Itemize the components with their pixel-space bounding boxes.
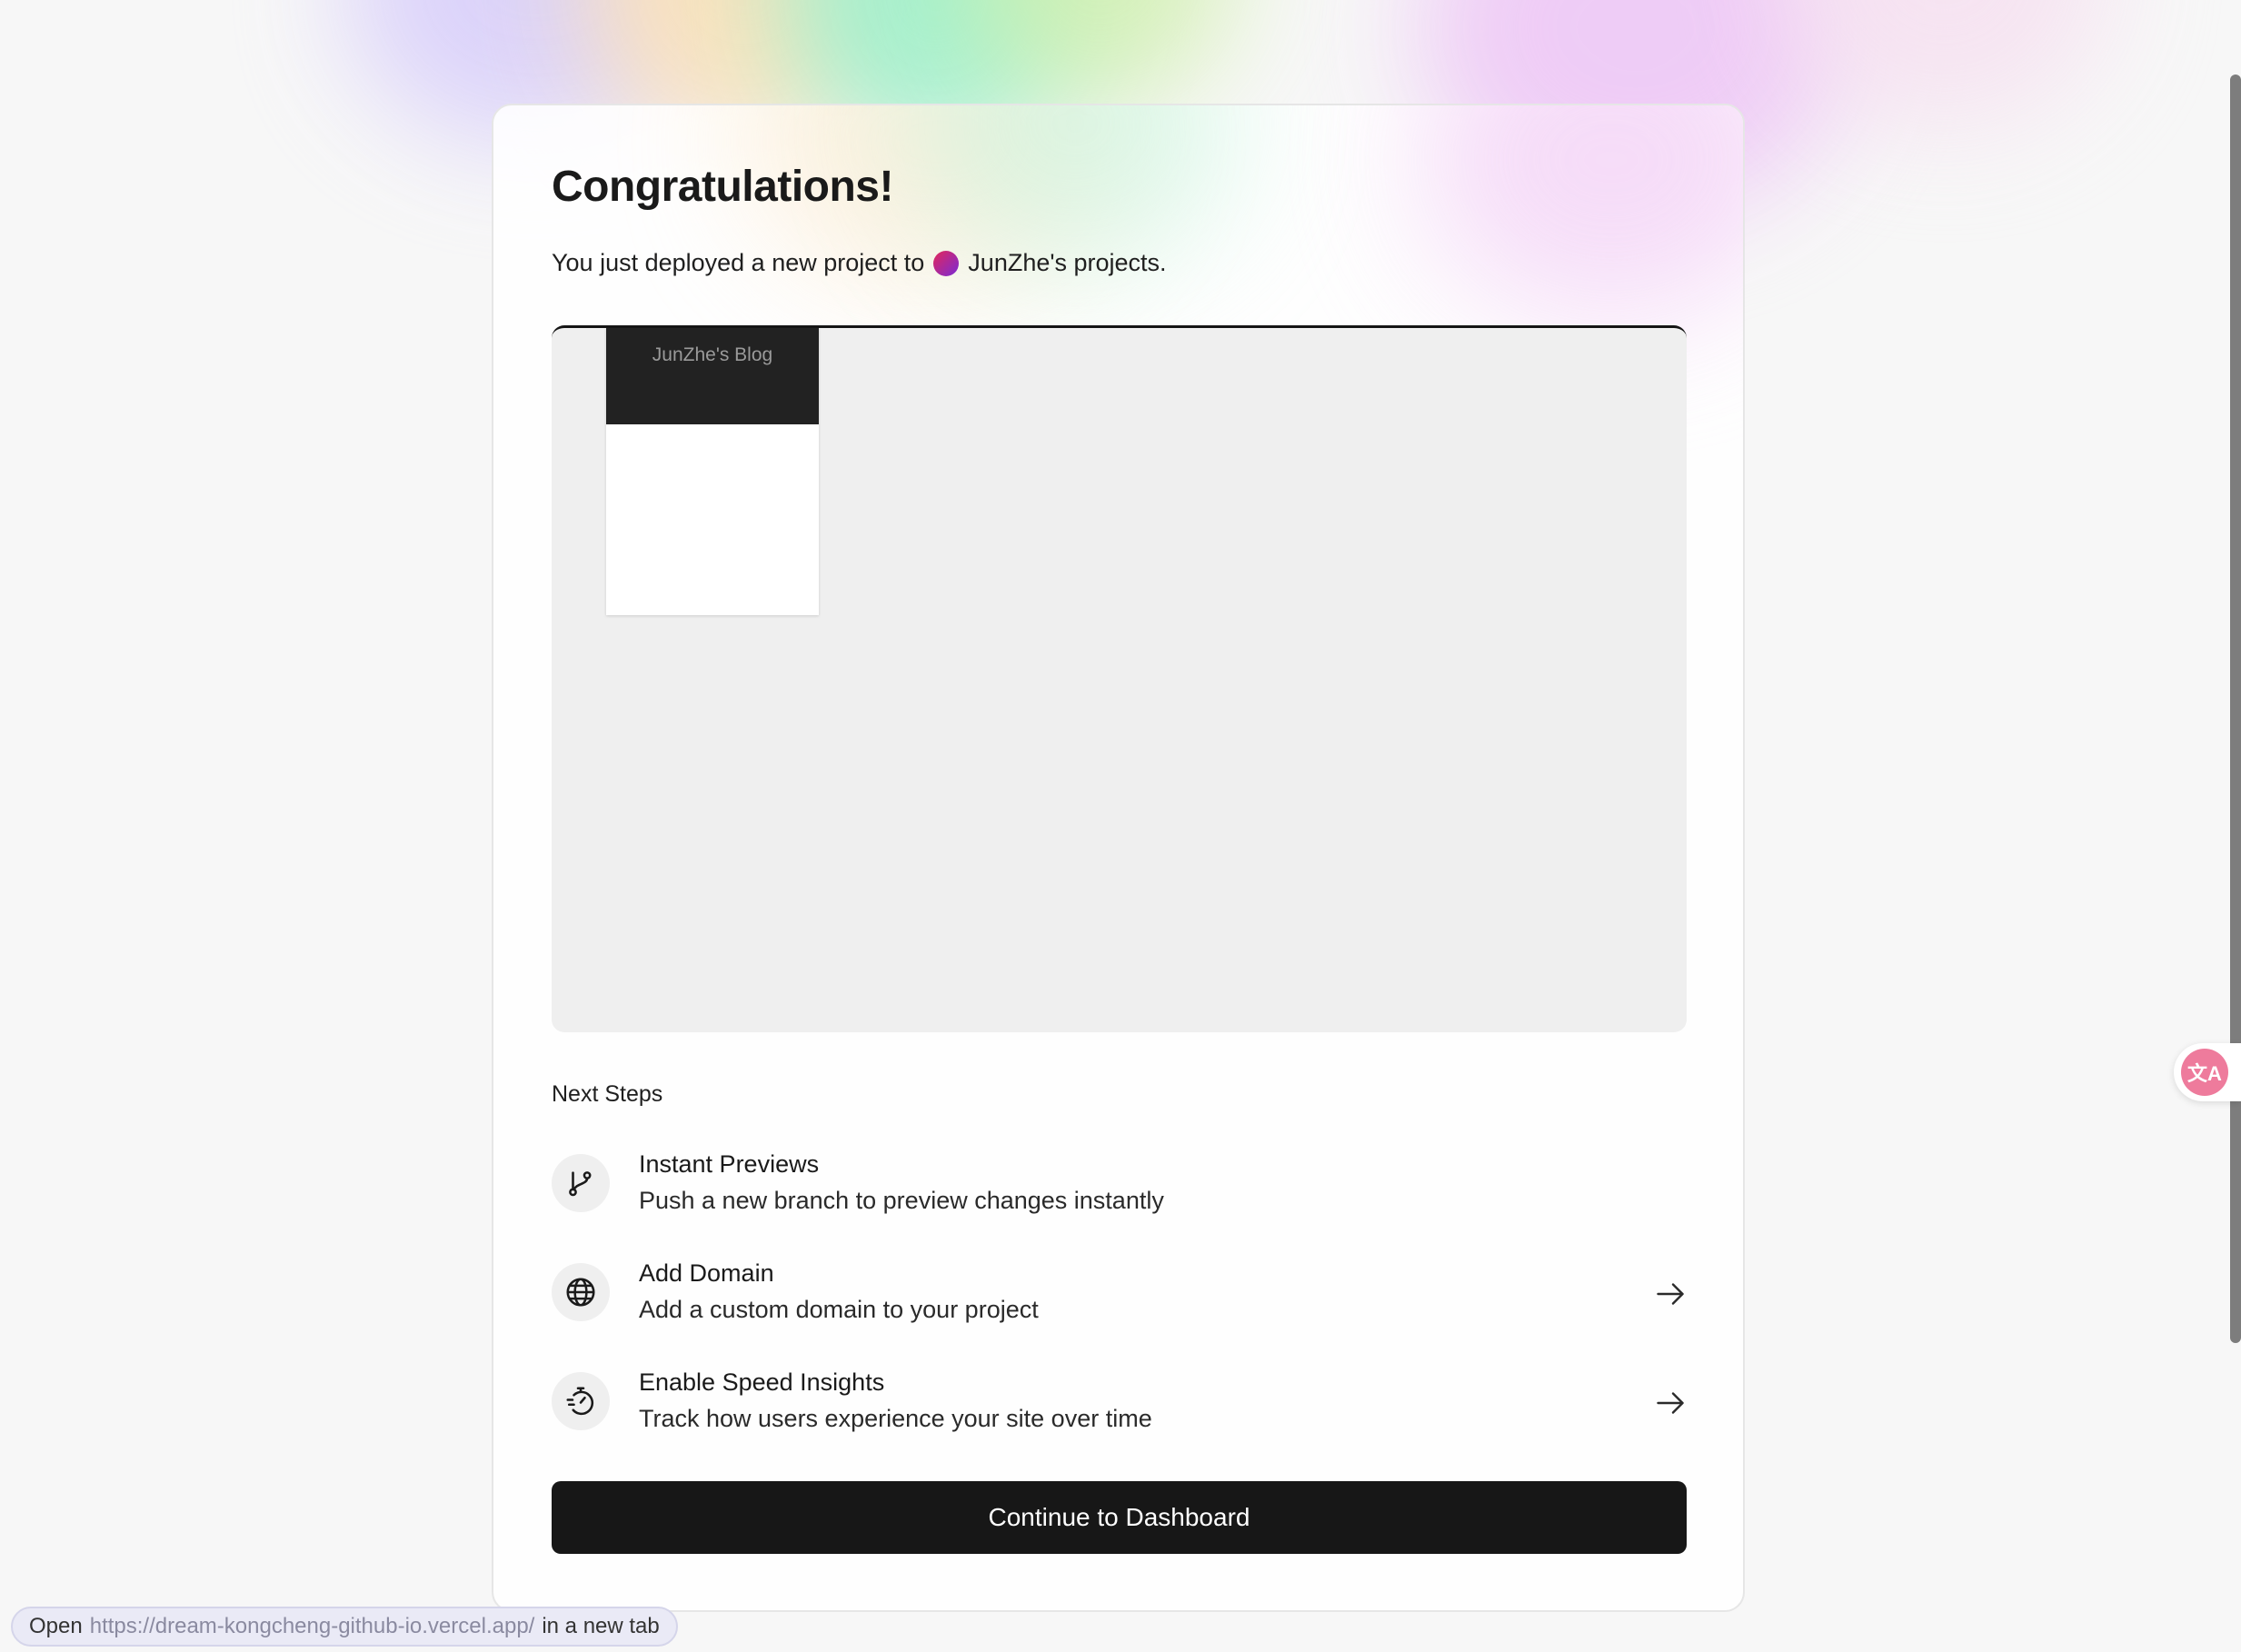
status-open-label: Open xyxy=(29,1614,83,1638)
continue-to-dashboard-button[interactable]: Continue to Dashboard xyxy=(552,1481,1687,1554)
step-title: Instant Previews xyxy=(639,1150,820,1178)
preview-site-thumbnail: JunZhe's Blog xyxy=(606,328,819,615)
next-step-speed-insights[interactable]: Enable Speed Insights Track how users ex… xyxy=(552,1367,1687,1436)
arrow-right-icon[interactable] xyxy=(1654,1278,1687,1310)
step-title: Add Domain xyxy=(639,1259,774,1287)
deploy-subtitle: You just deployed a new project to JunZh… xyxy=(552,249,1167,277)
page-scrollbar[interactable] xyxy=(2230,75,2241,1343)
preview-site-header: JunZhe's Blog xyxy=(606,328,819,424)
translate-widget[interactable]: 文A xyxy=(2174,1043,2241,1101)
translate-icon[interactable]: 文A xyxy=(2181,1049,2228,1096)
deployment-success-card: Congratulations! You just deployed a new… xyxy=(492,104,1745,1612)
preview-site-title: JunZhe's Blog xyxy=(652,344,773,365)
status-suffix: in a new tab xyxy=(542,1614,660,1638)
status-url: https://dream-kongcheng-github-io.vercel… xyxy=(89,1614,535,1638)
step-description: Add a custom domain to your project xyxy=(639,1296,1039,1323)
team-name: JunZhe's projects. xyxy=(968,249,1167,276)
team-avatar xyxy=(933,250,960,276)
step-title: Enable Speed Insights xyxy=(639,1368,885,1396)
step-description: Push a new branch to preview changes ins… xyxy=(639,1187,1164,1214)
globe-icon xyxy=(552,1263,610,1321)
page-title: Congratulations! xyxy=(552,163,893,211)
next-step-instant-previews: Instant Previews Push a new branch to pr… xyxy=(552,1149,1687,1218)
decorative-glow xyxy=(1420,105,1743,323)
link-status-bar: Open https://dream-kongcheng-github-io.v… xyxy=(11,1607,678,1647)
step-description: Track how users experience your site ove… xyxy=(639,1405,1152,1432)
next-steps-heading: Next Steps xyxy=(552,1081,663,1107)
subtitle-text: You just deployed a new project to xyxy=(552,249,925,276)
deployment-preview[interactable]: JunZhe's Blog xyxy=(552,325,1687,1032)
speed-insights-icon xyxy=(552,1372,610,1430)
decorative-glow xyxy=(1781,0,2108,127)
decorative-glow xyxy=(911,105,1239,269)
git-branch-icon xyxy=(552,1154,610,1212)
next-step-add-domain[interactable]: Add Domain Add a custom domain to your p… xyxy=(552,1258,1687,1327)
arrow-right-icon[interactable] xyxy=(1654,1387,1687,1419)
decorative-glow xyxy=(963,0,1236,109)
